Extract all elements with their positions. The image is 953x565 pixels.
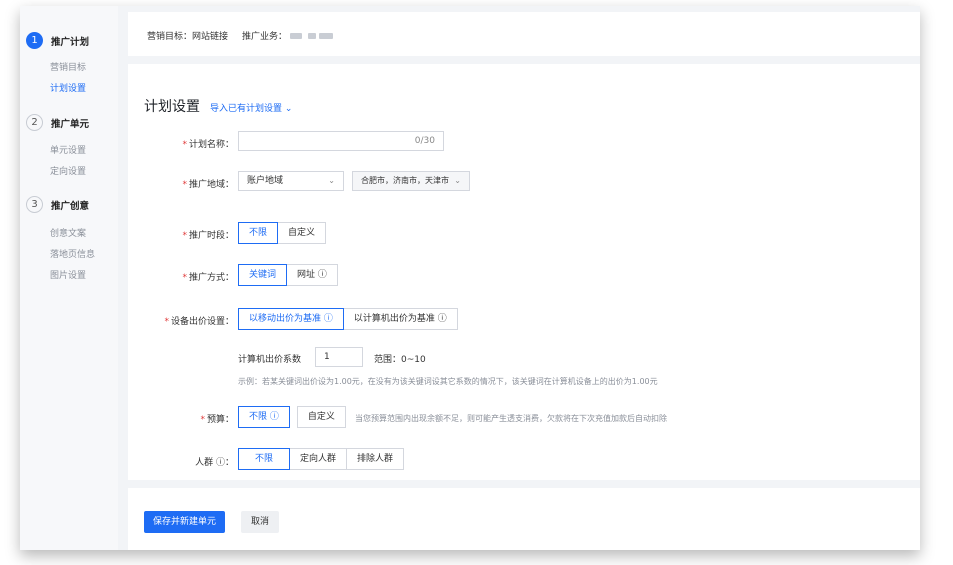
chevron-down-icon: ⌄ (284, 104, 293, 114)
cancel-button[interactable]: 取消 (241, 511, 280, 533)
period-unlimited-option[interactable]: 不限 (238, 222, 279, 244)
redacted-text (319, 32, 334, 39)
budget-custom-option[interactable]: 自定义 (296, 406, 346, 428)
pc-base-option[interactable]: 以计算机出价为基准 ⓘ (342, 308, 458, 330)
period-custom-option[interactable]: 自定义 (277, 222, 327, 244)
pc-coef-label: 计算机出价系数 (238, 355, 302, 365)
period-options: 不限 自定义 (238, 222, 327, 244)
app-frame: 1 推广计划 营销目标 计划设置 2 推广单元 单元设置 定向设置 3 推广创意… (20, 6, 920, 550)
sidebar-item-plan-settings[interactable]: 计划设置 (50, 81, 86, 94)
region-label: * 推广地域： (182, 180, 234, 190)
plan-name-label: * 计划名称： (182, 140, 234, 150)
redacted-text (290, 32, 303, 39)
char-counter: 0/30 (414, 136, 435, 146)
pc-coef-range: 范围：0~10 (374, 355, 426, 365)
summary-card: 营销目标： 网站链接 推广业务： (128, 12, 920, 56)
step-number: 2 (26, 114, 43, 131)
sidebar-item-marketing-goal[interactable]: 营销目标 (50, 60, 86, 73)
step-title: 推广创意 (51, 200, 90, 212)
device-bid-label: * 设备出价设置： (164, 317, 234, 327)
audience-unlimited-option[interactable]: 不限 (238, 448, 291, 470)
pc-coef-value: 1 (324, 352, 330, 362)
goal-value: 网站链接 (192, 32, 229, 42)
mobile-base-option[interactable]: 以移动出价为基准 ⓘ (238, 308, 344, 330)
save-and-create-unit-button[interactable]: 保存并新建单元 (144, 511, 226, 533)
step-2[interactable]: 2 推广单元 (26, 114, 89, 131)
business-label: 推广业务： (242, 32, 288, 42)
chevron-down-icon: ⌄ (328, 176, 335, 185)
redacted-text (308, 32, 317, 39)
budget-note: 当您预算范围内出现余额不足，则可能产生透支消费，欠款将在下次充值加款后自动扣除 (355, 414, 667, 423)
method-keyword-option[interactable]: 关键词 (238, 264, 288, 286)
chevron-down-icon: ⌄ (454, 176, 461, 185)
city-select[interactable]: 合肥市，济南市，天津市 ⌄ (352, 171, 470, 191)
sidebar-item-image-settings[interactable]: 图片设置 (50, 268, 86, 281)
budget-label: * 预算： (200, 415, 234, 425)
pc-coef-input[interactable]: 1 (315, 347, 363, 367)
step-number: 1 (26, 32, 43, 49)
step-title: 推广计划 (51, 36, 90, 48)
goal-label: 营销目标： (147, 32, 193, 42)
import-settings-link[interactable]: 导入已有计划设置 ⌄ (210, 101, 292, 114)
step-title: 推广单元 (51, 118, 90, 130)
step-number: 3 (26, 196, 43, 213)
method-options: 关键词 网址 ⓘ (238, 264, 338, 286)
audience-targeted-option[interactable]: 定向人群 (289, 448, 348, 470)
step-3[interactable]: 3 推广创意 (26, 196, 89, 213)
sidebar-item-landing-page[interactable]: 落地页信息 (50, 247, 95, 260)
page-title: 计划设置 (144, 99, 200, 115)
period-label: * 推广时段： (182, 231, 234, 241)
plan-settings-form: 计划设置 导入已有计划设置 ⌄ * 计划名称： 0/30 * 推广地域： 账户地域 … (128, 64, 920, 480)
sidebar-item-creative-copy[interactable]: 创意文案 (50, 226, 86, 239)
method-url-option[interactable]: 网址 ⓘ (286, 264, 338, 286)
plan-name-input[interactable]: 0/30 (238, 131, 444, 151)
action-bar: 保存并新建单元 取消 (128, 488, 920, 550)
step-1[interactable]: 1 推广计划 (26, 32, 89, 49)
sidebar-item-targeting[interactable]: 定向设置 (50, 164, 86, 177)
sidebar-item-unit-settings[interactable]: 单元设置 (50, 143, 86, 156)
audience-options: 不限 定向人群 排除人群 (238, 448, 405, 470)
audience-exclude-option[interactable]: 排除人群 (346, 448, 405, 470)
region-select[interactable]: 账户地域 ⌄ (238, 171, 344, 191)
budget-options: 不限 ⓘ 自定义 (238, 406, 346, 428)
method-label: * 推广方式： (182, 273, 234, 283)
device-bid-options: 以移动出价为基准 ⓘ 以计算机出价为基准 ⓘ (238, 308, 458, 330)
audience-label: 人群 ⓘ： (195, 458, 234, 468)
step-sidebar: 1 推广计划 营销目标 计划设置 2 推广单元 单元设置 定向设置 3 推广创意… (20, 6, 118, 550)
example-hint: 示例：若某关键词出价设为1.00元，在没有为该关键词设其它系数的情况下，该关键词… (238, 377, 658, 386)
budget-unlimited-option[interactable]: 不限 ⓘ (238, 406, 290, 428)
